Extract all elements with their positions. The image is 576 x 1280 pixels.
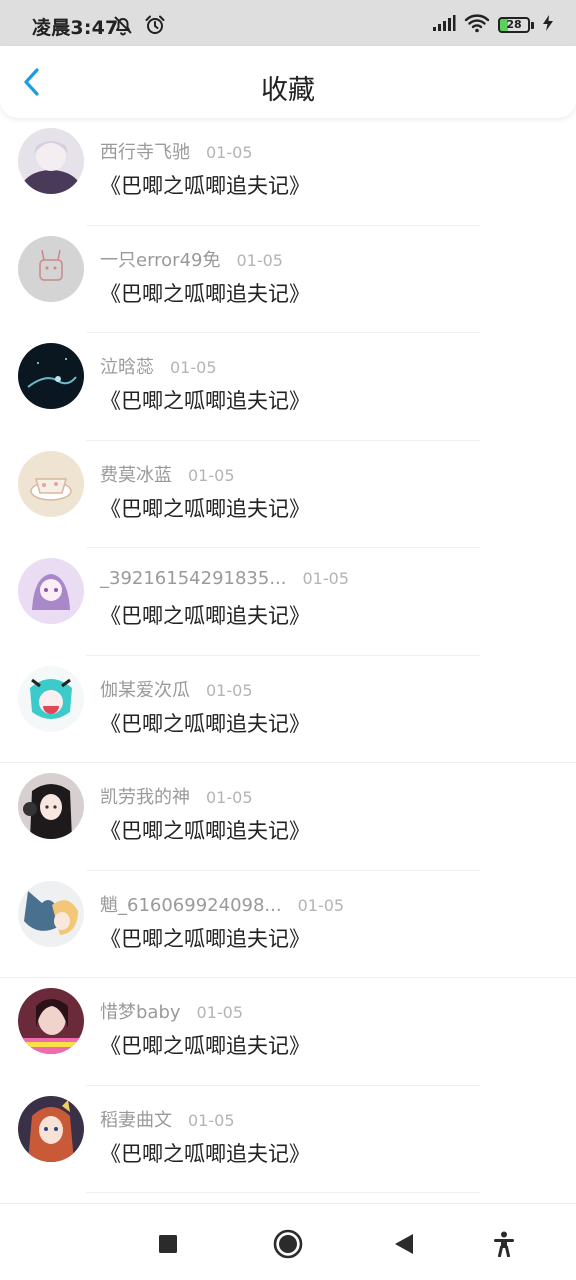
avatar[interactable]	[18, 558, 84, 624]
avatar[interactable]	[18, 880, 84, 947]
work-title[interactable]: 《巴唧之呱唧追夫记》	[100, 600, 310, 630]
username[interactable]: 凯劳我的神	[100, 783, 190, 809]
recents-square-icon	[159, 1235, 177, 1253]
date: 01-05	[206, 143, 253, 162]
favorite-item[interactable]: 凯劳我的神 01-05 《巴唧之呱唧追夫记》	[0, 763, 576, 871]
favorite-item[interactable]: 魈_616069924098... 01-05 《巴唧之呱唧追夫记》	[0, 871, 576, 978]
status-icons-left	[112, 14, 166, 40]
username[interactable]: 西行寺飞驰	[100, 138, 190, 164]
favorite-item[interactable]: 西行寺飞驰 01-05 《巴唧之呱唧追夫记》	[0, 118, 576, 226]
avatar[interactable]	[18, 235, 84, 302]
date: 01-05	[297, 895, 345, 915]
date: 01-05	[188, 1110, 235, 1130]
alarm-clock-icon	[144, 14, 166, 40]
item-meta: 惜梦baby 01-05	[100, 998, 243, 1024]
alarm-off-icon	[112, 14, 134, 40]
work-title[interactable]: 《巴唧之呱唧追夫记》	[100, 815, 310, 845]
avatar[interactable]	[18, 665, 84, 732]
home-circle-icon	[273, 1229, 303, 1259]
item-meta: 费莫冰蓝 01-05	[100, 461, 235, 487]
item-meta: _39216154291835... 01-05	[100, 568, 349, 589]
work-title[interactable]: 《巴唧之呱唧追夫记》	[100, 170, 310, 200]
date: 01-05	[170, 358, 217, 377]
back-triangle-icon	[395, 1234, 413, 1254]
battery-icon: 28	[498, 17, 534, 33]
date: 01-05	[236, 250, 283, 270]
battery-level: 28	[506, 18, 522, 31]
avatar[interactable]	[18, 450, 84, 517]
work-title[interactable]: 《巴唧之呱唧追夫记》	[100, 923, 310, 953]
username[interactable]: 惜梦baby	[100, 998, 181, 1024]
header: 收藏	[0, 46, 576, 118]
item-meta: 稻妻曲文 01-05	[100, 1106, 235, 1132]
username[interactable]: 稻妻曲文	[100, 1106, 172, 1132]
avatar[interactable]	[18, 988, 84, 1054]
accessibility-button[interactable]	[484, 1224, 524, 1264]
avatar[interactable]	[18, 773, 84, 839]
date: 01-05	[302, 569, 350, 588]
accessibility-icon	[494, 1231, 514, 1257]
status-time: 凌晨3:47	[32, 17, 119, 39]
username[interactable]: 魈_616069924098...	[100, 891, 282, 917]
avatar[interactable]	[18, 128, 84, 194]
favorite-item[interactable]: _39216154291835... 01-05 《巴唧之呱唧追夫记》	[0, 548, 576, 656]
work-title[interactable]: 《巴唧之呱唧追夫记》	[100, 1030, 310, 1060]
username[interactable]: 一只error49免	[100, 246, 220, 272]
recents-button[interactable]	[148, 1224, 188, 1264]
item-meta: 凯劳我的神 01-05	[100, 783, 253, 809]
date: 01-05	[206, 788, 253, 807]
signal-icon	[432, 14, 456, 36]
favorite-item[interactable]: 泣晗蕊 01-05 《巴唧之呱唧追夫记》	[0, 333, 576, 441]
avatar[interactable]	[18, 1095, 84, 1162]
home-button[interactable]	[268, 1224, 308, 1264]
item-meta: 魈_616069924098... 01-05	[100, 891, 344, 917]
back-nav-button[interactable]	[384, 1224, 424, 1264]
work-title[interactable]: 《巴唧之呱唧追夫记》	[100, 385, 310, 415]
wifi-icon	[464, 13, 490, 37]
username[interactable]: 泣晗蕊	[100, 353, 154, 379]
status-icons-right: 28	[432, 13, 554, 37]
item-meta: 伽某爱次瓜 01-05	[100, 676, 253, 702]
favorite-item[interactable]: 稻妻曲文 01-05 《巴唧之呱唧追夫记》	[0, 1086, 576, 1193]
work-title[interactable]: 《巴唧之呱唧追夫记》	[100, 708, 310, 738]
work-title[interactable]: 《巴唧之呱唧追夫记》	[100, 493, 310, 523]
item-meta: 泣晗蕊 01-05	[100, 353, 217, 379]
divider	[86, 1192, 480, 1193]
username[interactable]: 费莫冰蓝	[100, 461, 172, 487]
system-nav-bar	[0, 1203, 576, 1280]
status-bar: 凌晨3:47 28	[0, 0, 576, 46]
item-meta: 西行寺飞驰 01-05	[100, 138, 253, 164]
favorite-item[interactable]: 惜梦baby 01-05 《巴唧之呱唧追夫记》	[0, 978, 576, 1086]
charging-icon	[542, 14, 554, 36]
date: 01-05	[188, 465, 235, 485]
favorite-item[interactable]: 一只error49免 01-05 《巴唧之呱唧追夫记》	[0, 226, 576, 333]
item-meta: 一只error49免 01-05	[100, 246, 283, 272]
favorites-screen: 凌晨3:47 28 收藏 西行寺飞驰 01-05 《巴唧之呱唧追夫记》 一只er…	[0, 0, 576, 1280]
work-title[interactable]: 《巴唧之呱唧追夫记》	[100, 1138, 310, 1168]
favorite-item[interactable]: 费莫冰蓝 01-05 《巴唧之呱唧追夫记》	[0, 441, 576, 548]
favorites-list: 西行寺飞驰 01-05 《巴唧之呱唧追夫记》 一只error49免 01-05	[0, 118, 576, 1193]
username[interactable]: _39216154291835...	[100, 568, 287, 589]
favorite-item[interactable]: 伽某爱次瓜 01-05 《巴唧之呱唧追夫记》	[0, 656, 576, 763]
username[interactable]: 伽某爱次瓜	[100, 676, 190, 702]
work-title[interactable]: 《巴唧之呱唧追夫记》	[100, 278, 310, 308]
avatar[interactable]	[18, 343, 84, 409]
date: 01-05	[206, 680, 253, 700]
page-title: 收藏	[261, 75, 315, 106]
date: 01-05	[196, 1003, 244, 1022]
